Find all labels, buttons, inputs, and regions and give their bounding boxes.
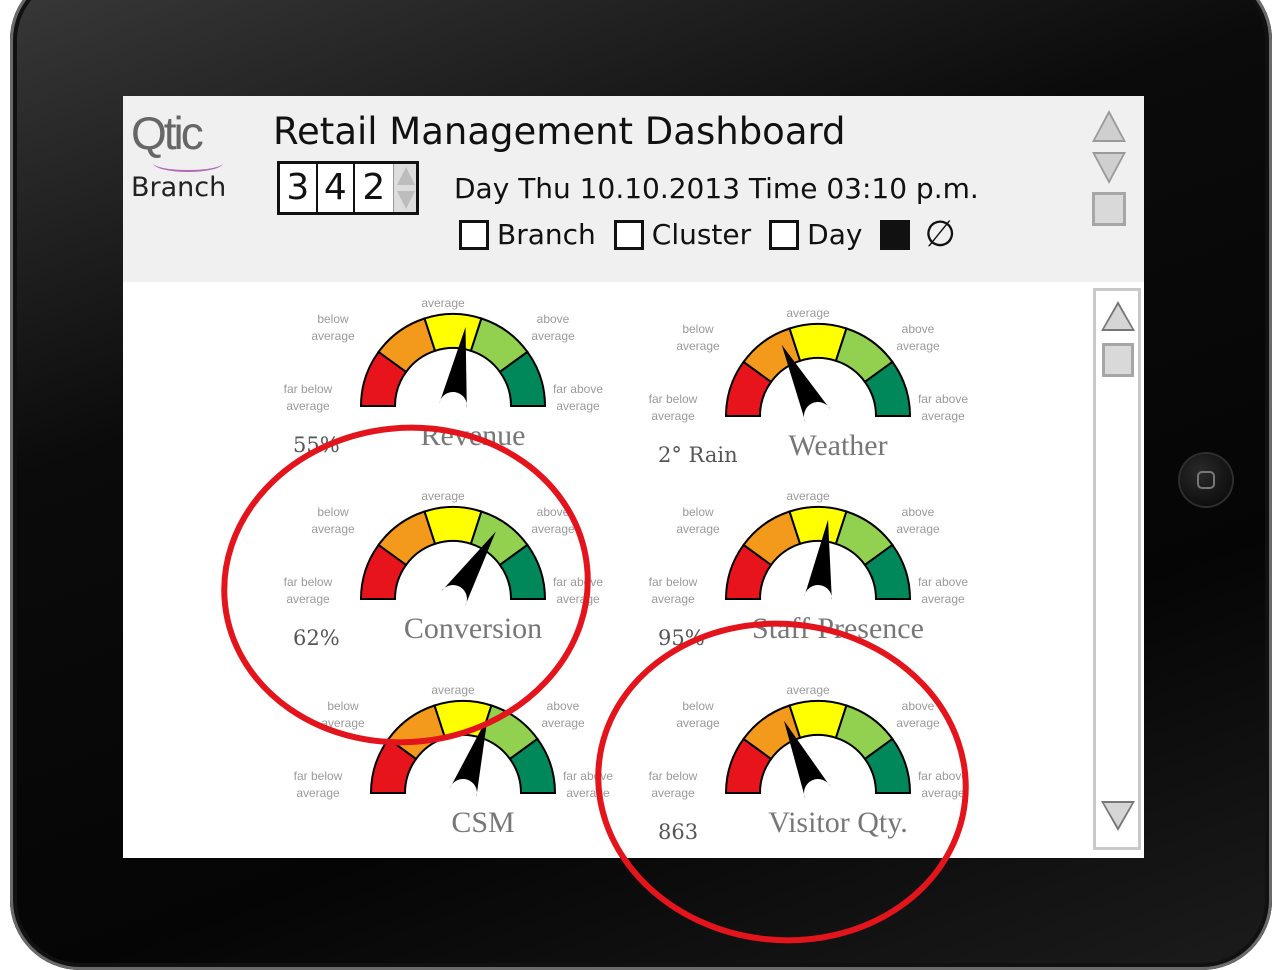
gauge-csm: average below average above average far bel…	[283, 678, 643, 858]
zone-label-average: average	[786, 489, 830, 503]
zone-label-far-below-average: far below average	[283, 575, 333, 606]
filter-day[interactable]: Day	[769, 218, 862, 251]
gauge-value: 95%	[658, 626, 705, 650]
header-scroll-down-icon[interactable]	[1092, 152, 1126, 184]
filter-bar: Branch Cluster Day ∅	[459, 214, 956, 255]
gauge-value: 863	[658, 820, 699, 844]
scroll-down-icon[interactable]	[1101, 801, 1135, 831]
zone-label-below-average: below average	[311, 312, 355, 343]
day-checkbox[interactable]	[769, 219, 800, 250]
gauge-name: Weather	[788, 429, 888, 462]
branch-spin-buttons	[392, 164, 416, 212]
gauge-scrollbar[interactable]	[1093, 288, 1141, 850]
zone-label-below-average: below average	[676, 322, 720, 353]
cluster-checkbox[interactable]	[613, 219, 644, 250]
scroll-thumb[interactable]	[1102, 343, 1134, 377]
filter-branch-label: Branch	[497, 218, 596, 251]
dashboard-screen: Qtic Branch Retail Management Dashboard …	[123, 96, 1144, 858]
page-title: Retail Management Dashboard	[273, 110, 846, 153]
zone-label-above-average: above average	[531, 312, 575, 343]
zone-label-below-average: below average	[321, 699, 365, 730]
branch-digit-1[interactable]: 3	[280, 164, 318, 212]
gauge-staff: average below average above average far bel…	[638, 484, 998, 674]
gauge-name: Revenue	[420, 419, 526, 452]
zone-label-far-below-average: far below average	[648, 575, 698, 606]
spin-up-icon[interactable]	[396, 167, 415, 185]
zone-label-above-average: above average	[896, 322, 940, 353]
filter-branch[interactable]: Branch	[459, 218, 596, 251]
header-scroll-up-icon[interactable]	[1092, 110, 1126, 142]
scroll-up-icon[interactable]	[1101, 301, 1135, 331]
zone-label-far-below-average: far below average	[648, 392, 698, 423]
zone-label-above-average: above average	[541, 699, 585, 730]
zone-label-far-above-average: far above average	[917, 769, 969, 800]
gauge-weather: average below average above average far bel…	[638, 301, 998, 491]
zone-label-far-above-average: far above average	[917, 575, 969, 606]
spin-down-icon[interactable]	[396, 191, 415, 209]
gauge-name: Visitor Qty.	[768, 806, 908, 839]
branch-digit-2[interactable]: 4	[318, 164, 356, 212]
filled-checkbox[interactable]	[880, 219, 911, 250]
gauge-visitor: average below average above average far bel…	[638, 678, 998, 858]
gauge-value: 62%	[293, 626, 340, 650]
home-button[interactable]	[1180, 454, 1232, 506]
branch-checkbox[interactable]	[459, 219, 489, 250]
zone-label-far-below-average: far below average	[293, 769, 343, 800]
gauge-value: 2° Rain	[658, 443, 738, 467]
branch-number-stepper[interactable]: 3 4 2	[277, 161, 419, 215]
filter-day-label: Day	[807, 218, 863, 251]
zone-label-far-above-average: far above average	[552, 575, 604, 606]
zone-label-average: average	[421, 296, 465, 310]
gauge-name: CSM	[451, 806, 515, 839]
zone-label-below-average: below average	[676, 505, 720, 536]
zone-label-above-average: above average	[896, 505, 940, 536]
zone-label-average: average	[431, 683, 475, 697]
logo-swoosh	[153, 154, 223, 172]
gauge-name: Staff Presence	[752, 612, 924, 645]
zone-label-average: average	[786, 306, 830, 320]
zone-label-far-above-average: far above average	[552, 382, 604, 413]
home-icon	[1197, 471, 1215, 489]
header-scroll-thumb[interactable]	[1092, 192, 1126, 226]
branch-digit-3[interactable]: 2	[355, 164, 392, 212]
qtic-logo: Qtic	[131, 107, 204, 159]
gauge-value: 55%	[293, 433, 340, 457]
dashboard-header: Qtic Branch Retail Management Dashboard …	[123, 96, 1144, 282]
zone-label-above-average: above average	[896, 699, 940, 730]
branch-label: Branch	[131, 172, 227, 203]
gauge-conversion: average below average above average far bel…	[273, 484, 633, 674]
zone-label-far-below-average: far below average	[648, 769, 698, 800]
zone-label-below-average: below average	[311, 505, 355, 536]
date-time-display: Day Thu 10.10.2013 Time 03:10 p.m.	[454, 172, 979, 205]
zone-label-below-average: below average	[676, 699, 720, 730]
zone-label-average: average	[421, 489, 465, 503]
zone-label-average: average	[786, 683, 830, 697]
zone-label-far-above-average: far above average	[917, 392, 969, 423]
gauge-revenue: average below average above average far bel…	[273, 291, 633, 481]
zone-label-far-below-average: far below average	[283, 382, 333, 413]
gauge-name: Conversion	[403, 612, 543, 645]
zone-label-above-average: above average	[531, 505, 575, 536]
filter-cluster-label: Cluster	[651, 218, 752, 251]
null-filter-icon[interactable]: ∅	[924, 214, 955, 255]
filter-cluster[interactable]: Cluster	[613, 218, 752, 251]
